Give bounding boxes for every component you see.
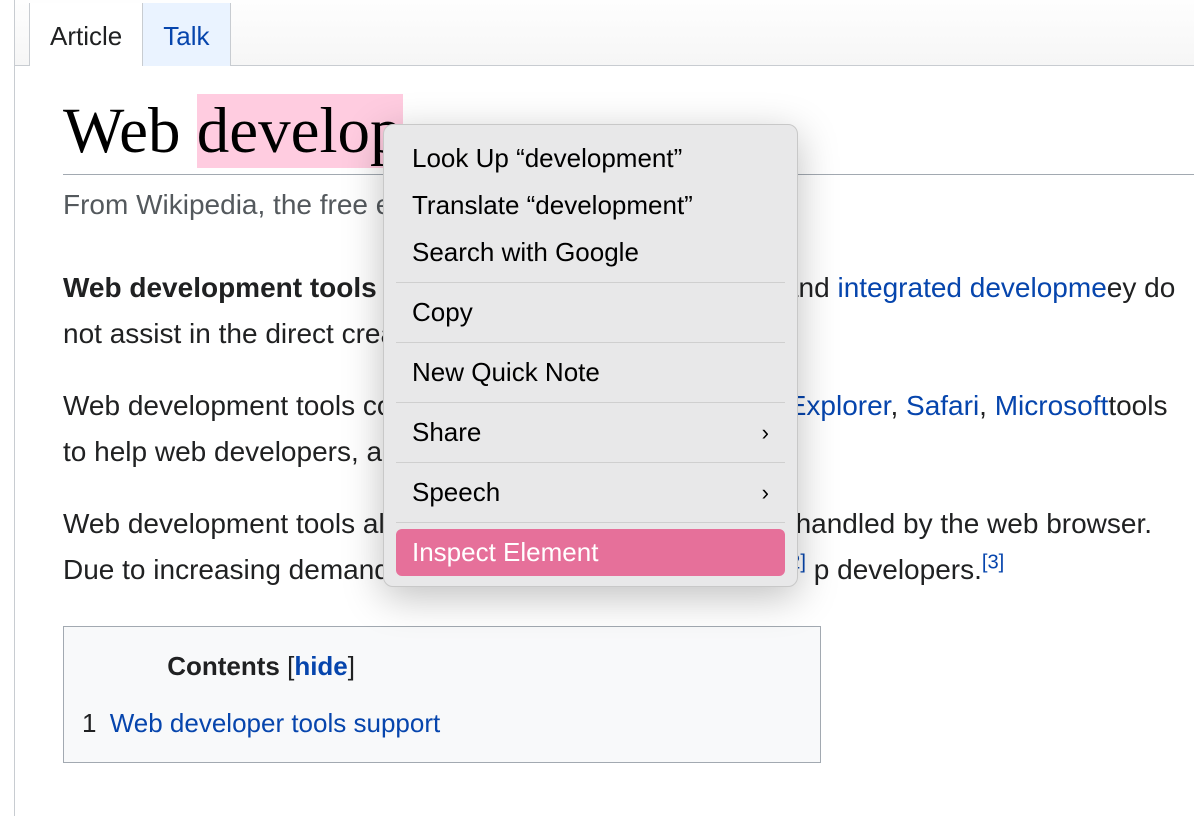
toc-list: 1 Web developer tools support [82,702,440,745]
link-explorer[interactable]: Explorer [788,390,891,421]
menu-new-quick-note[interactable]: New Quick Note [396,349,785,396]
menu-look-up[interactable]: Look Up “development” [396,135,785,182]
menu-copy[interactable]: Copy [396,289,785,336]
chevron-right-icon: › [762,480,769,506]
toc-title: Contents [hide] [82,645,440,688]
chevron-right-icon: › [762,420,769,446]
menu-separator [396,282,785,283]
menu-separator [396,522,785,523]
title-pre: Web [63,95,197,167]
tabs-bar: Article Talk [15,0,1194,66]
menu-speech[interactable]: Speech› [396,469,785,516]
table-of-contents: Contents [hide] 1 Web developer tools su… [63,626,821,764]
menu-share[interactable]: Share› [396,409,785,456]
para1-strong1: Web development tools [63,272,377,303]
menu-separator [396,402,785,403]
menu-inspect-element[interactable]: Inspect Element [396,529,785,576]
link-microsoft[interactable]: Microsoft [995,390,1109,421]
context-menu: Look Up “development” Translate “develop… [383,124,798,587]
menu-search-google[interactable]: Search with Google [396,229,785,276]
menu-separator [396,342,785,343]
menu-separator [396,462,785,463]
title-highlighted-selection[interactable]: develop [197,94,403,168]
toc-hide-link[interactable]: hide [294,651,347,681]
toc-item-1[interactable]: Web developer tools support [110,708,441,738]
tab-article[interactable]: Article [29,3,143,66]
ref-3[interactable]: [3] [982,552,1004,574]
link-safari[interactable]: Safari [906,390,979,421]
link-integrated-development[interactable]: integrated developme [837,272,1106,303]
menu-translate[interactable]: Translate “development” [396,182,785,229]
tab-talk[interactable]: Talk [142,3,230,66]
toc-num-1: 1 [82,708,96,738]
